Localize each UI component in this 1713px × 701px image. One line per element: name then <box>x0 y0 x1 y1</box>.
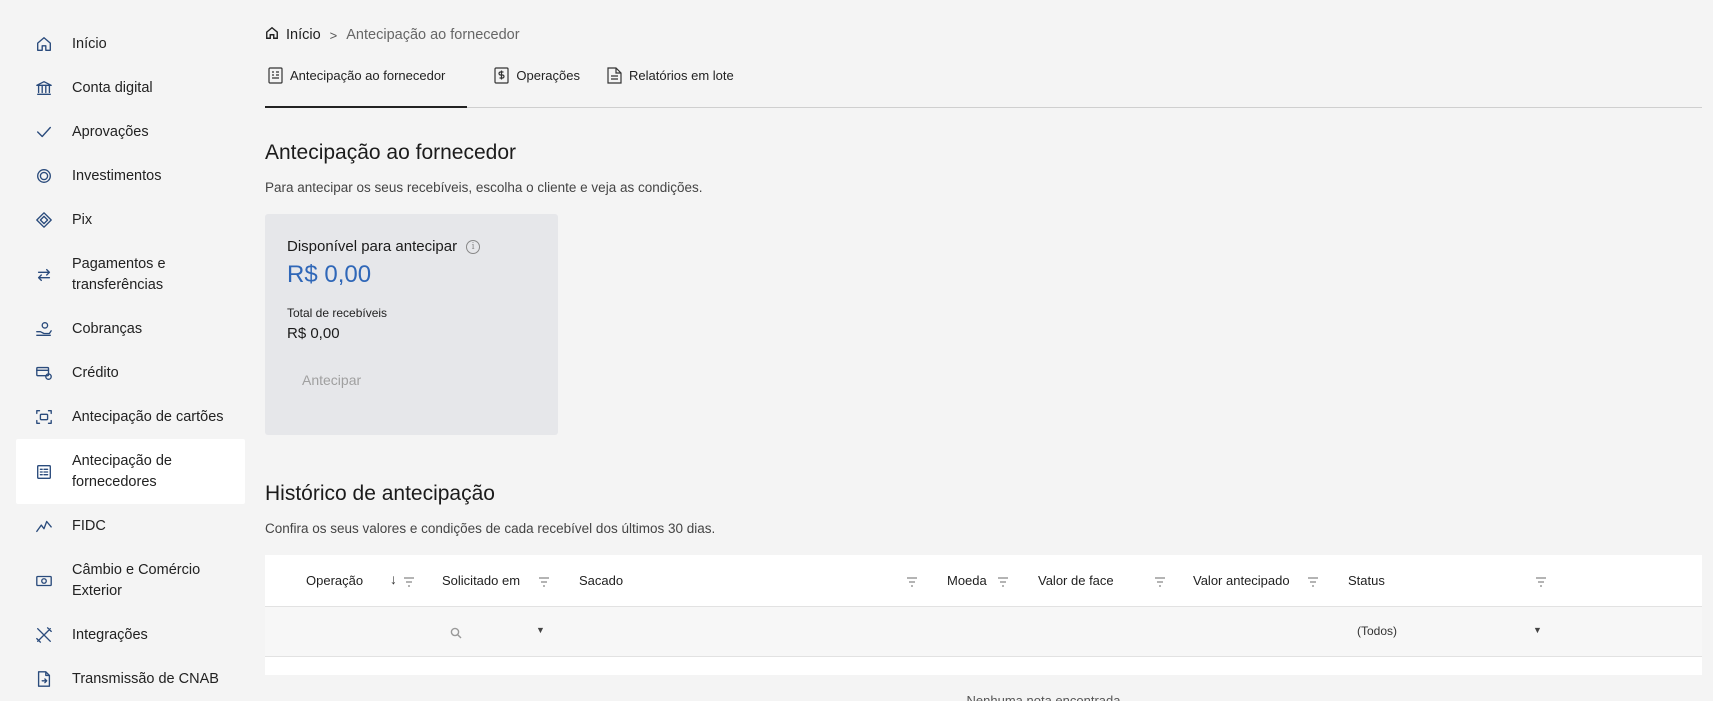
available-label: Disponível para antecipar <box>287 238 458 255</box>
credit-icon <box>34 363 54 383</box>
sidebar-item-label: Pagamentos e transferências <box>72 255 166 293</box>
sidebar-item-antecipacao-fornecedores[interactable]: Antecipação de fornecedores <box>16 439 245 504</box>
tab-label: Antecipação ao fornecedor <box>290 68 446 83</box>
tab-relatorios-lote[interactable]: Relatórios em lote <box>604 62 734 108</box>
tab-operacoes[interactable]: Operações <box>491 62 580 108</box>
card-anticipation-icon <box>34 407 54 427</box>
tab-label: Operações <box>516 68 580 83</box>
status-filter-select[interactable]: (Todos) <box>1357 624 1397 638</box>
column-header-sacado[interactable]: Sacado <box>579 573 623 588</box>
page-subtitle: Para antecipar os seus recebíveis, escol… <box>265 180 703 195</box>
sidebar-item-inicio[interactable]: Início <box>16 22 245 66</box>
available-balance-card: Disponível para antecipar i R$ 0,00 Tota… <box>265 214 558 435</box>
breadcrumb: Início > Antecipação ao fornecedor <box>265 26 520 44</box>
history-subtitle: Confira os seus valores e condições de c… <box>265 521 716 536</box>
tab-bar: Antecipação ao fornecedor Operações Rela… <box>265 62 1702 108</box>
available-amount: R$ 0,00 <box>287 261 372 288</box>
filter-icon[interactable] <box>906 575 918 587</box>
sidebar-item-label: Integrações <box>72 626 148 643</box>
chevron-down-icon[interactable]: ▼ <box>1533 625 1542 635</box>
column-header-valor-antecipado[interactable]: Valor antecipado <box>1193 573 1290 588</box>
home-icon <box>34 34 54 54</box>
filter-icon[interactable] <box>403 575 415 587</box>
sidebar-item-cnab[interactable]: Transmissão de CNAB <box>16 657 245 701</box>
breadcrumb-current: Antecipação ao fornecedor <box>346 27 520 43</box>
sidebar-item-label: Antecipação de cartões <box>72 408 224 425</box>
document-list-icon <box>268 67 283 84</box>
billing-icon <box>34 319 54 339</box>
sidebar-item-aprovacoes[interactable]: Aprovações <box>16 110 245 154</box>
sidebar-item-investimentos[interactable]: Investimentos <box>16 154 245 198</box>
page-title: Antecipação ao fornecedor <box>265 141 517 164</box>
sidebar-item-label: Aprovações <box>72 123 149 140</box>
home-icon[interactable] <box>265 26 286 44</box>
bank-icon <box>34 78 54 98</box>
sidebar-item-label: Cobranças <box>72 320 143 337</box>
sidebar-item-label: Investimentos <box>72 167 162 184</box>
column-header-operacao[interactable]: Operação <box>306 573 363 588</box>
column-header-moeda[interactable]: Moeda <box>947 573 987 588</box>
sidebar-item-label: Câmbio e Comércio Exterior <box>72 561 201 599</box>
sidebar-item-label: Pix <box>72 211 93 228</box>
sidebar-item-credito[interactable]: Crédito <box>16 351 245 395</box>
transfer-icon <box>34 265 54 285</box>
exchange-icon <box>34 571 54 591</box>
sidebar-item-pix[interactable]: Pix <box>16 198 245 242</box>
file-transmit-icon <box>34 669 54 689</box>
sidebar-item-label: FIDC <box>72 517 106 534</box>
history-title: Histórico de antecipação <box>265 482 495 505</box>
empty-table-message: Nenhuma nota encontrada <box>966 693 1121 701</box>
filter-icon[interactable] <box>1154 575 1166 587</box>
filter-icon[interactable] <box>1535 575 1547 587</box>
sidebar-item-cobrancas[interactable]: Cobranças <box>16 307 245 351</box>
chevron-down-icon[interactable]: ▼ <box>536 625 545 635</box>
chart-line-icon <box>34 516 54 536</box>
money-document-icon <box>494 67 509 84</box>
filter-icon[interactable] <box>997 575 1009 587</box>
column-header-status[interactable]: Status <box>1348 573 1385 588</box>
sidebar-item-label: Antecipação de fornecedores <box>72 452 172 490</box>
sidebar: Início Conta digital Aprovações Investim… <box>16 22 245 701</box>
sidebar-item-conta-digital[interactable]: Conta digital <box>16 66 245 110</box>
breadcrumb-separator: > <box>329 27 338 43</box>
tab-antecipacao-fornecedor[interactable]: Antecipação ao fornecedor <box>265 62 468 108</box>
history-table: Operação ↓ Solicitado em Sacado Moeda Va… <box>265 555 1702 701</box>
filter-icon[interactable] <box>538 575 550 587</box>
file-text-icon <box>607 67 622 84</box>
sidebar-item-label: Conta digital <box>72 79 153 96</box>
table-header: Operação ↓ Solicitado em Sacado Moeda Va… <box>265 555 1702 607</box>
search-icon[interactable] <box>450 626 462 644</box>
tools-icon <box>34 625 54 645</box>
sidebar-item-fidc[interactable]: FIDC <box>16 504 245 548</box>
column-header-valor-face[interactable]: Valor de face <box>1038 573 1114 588</box>
sort-desc-icon[interactable]: ↓ <box>390 571 397 587</box>
total-receivables-label: Total de recebíveis <box>287 306 388 320</box>
available-label-row: Disponível para antecipar i <box>287 238 536 255</box>
sidebar-item-pagamentos[interactable]: Pagamentos e transferências <box>16 242 245 307</box>
table-spacer <box>265 657 1702 675</box>
filter-row: ▼ (Todos) ▼ <box>265 607 1702 657</box>
total-receivables-value: R$ 0,00 <box>287 325 340 342</box>
pix-icon <box>34 210 54 230</box>
column-header-solicitado[interactable]: Solicitado em <box>442 573 520 588</box>
info-icon[interactable]: i <box>466 239 481 254</box>
sidebar-item-cambio[interactable]: Câmbio e Comércio Exterior <box>16 548 245 613</box>
sidebar-item-label: Início <box>72 35 107 52</box>
tab-label: Relatórios em lote <box>628 68 734 83</box>
check-icon <box>34 122 54 142</box>
breadcrumb-home-link[interactable]: Início <box>286 27 321 43</box>
anticipate-button[interactable]: Antecipar <box>302 372 361 388</box>
sidebar-item-label: Transmissão de CNAB <box>72 670 219 687</box>
investment-icon <box>34 166 54 186</box>
sidebar-item-integracoes[interactable]: Integrações <box>16 613 245 657</box>
sidebar-item-label: Crédito <box>72 364 119 381</box>
supplier-anticipation-icon <box>34 462 54 482</box>
filter-icon[interactable] <box>1307 575 1319 587</box>
sidebar-item-antecipacao-cartoes[interactable]: Antecipação de cartões <box>16 395 245 439</box>
